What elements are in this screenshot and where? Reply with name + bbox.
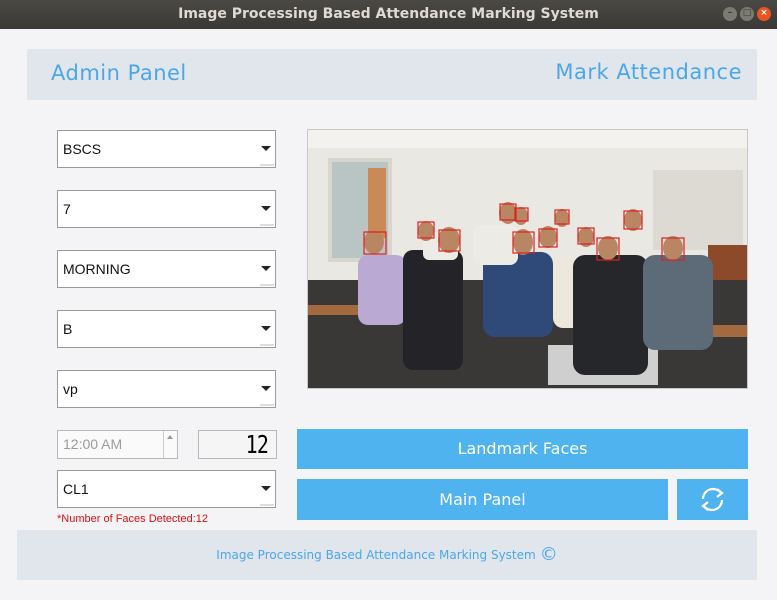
semester-select[interactable]: 7 <box>57 190 276 228</box>
minimize-icon: – <box>727 8 733 18</box>
mark-attendance-heading: Mark Attendance <box>555 60 742 84</box>
program-select[interactable]: BSCS <box>57 130 276 168</box>
program-select-value: BSCS <box>63 141 102 157</box>
teacher-select-value: vp <box>63 381 78 397</box>
refresh-button[interactable] <box>677 479 748 520</box>
time-input[interactable]: 12:00 AM <box>57 430 178 459</box>
classroom-select[interactable]: CL1 <box>57 470 276 508</box>
close-button[interactable]: × <box>757 7 771 21</box>
footer-text: Image Processing Based Attendance Markin… <box>216 548 536 562</box>
chevron-up-icon <box>167 435 173 439</box>
landmark-faces-button[interactable]: Landmark Faces <box>297 429 748 469</box>
semester-select-value: 7 <box>63 201 71 217</box>
copyright-icon: © <box>539 544 558 565</box>
faces-detected-note: *Number of Faces Detected:12 <box>57 513 209 525</box>
footer-bar: Image Processing Based Attendance Markin… <box>17 530 757 580</box>
main-panel-button[interactable]: Main Panel <box>297 479 668 520</box>
time-spinner[interactable] <box>163 431 177 458</box>
chevron-down-icon <box>261 266 271 271</box>
window-titlebar: Image Processing Based Attendance Markin… <box>0 0 777 29</box>
admin-panel-link[interactable]: Admin Panel <box>51 61 187 85</box>
refresh-icon <box>701 487 724 512</box>
chevron-down-icon <box>261 206 271 211</box>
shift-select-value: MORNING <box>63 261 131 277</box>
shift-select[interactable]: MORNING <box>57 250 276 288</box>
teacher-select[interactable]: vp <box>57 370 276 408</box>
classroom-select-value: CL1 <box>63 481 89 497</box>
section-select-value: B <box>63 321 73 337</box>
classroom-photo-illustration <box>308 130 747 388</box>
section-select[interactable]: B <box>57 310 276 348</box>
classroom-photo <box>307 129 748 389</box>
time-input-value: 12:00 AM <box>63 436 123 452</box>
chevron-down-icon <box>261 326 271 331</box>
face-count-lcd: 12 <box>198 430 277 459</box>
chevron-down-icon <box>261 386 271 391</box>
maximize-button[interactable]: □ <box>740 7 754 21</box>
maximize-icon: □ <box>742 8 752 18</box>
close-icon: × <box>760 8 768 18</box>
face-count-value: 12 <box>245 430 269 459</box>
chevron-down-icon <box>261 486 271 491</box>
chevron-down-icon <box>261 146 271 151</box>
minimize-button[interactable]: – <box>723 7 737 21</box>
header-bar: Admin Panel Mark Attendance <box>27 49 757 100</box>
footer-text-wrap: Image Processing Based Attendance Markin… <box>17 530 757 580</box>
window-title: Image Processing Based Attendance Markin… <box>178 6 599 22</box>
